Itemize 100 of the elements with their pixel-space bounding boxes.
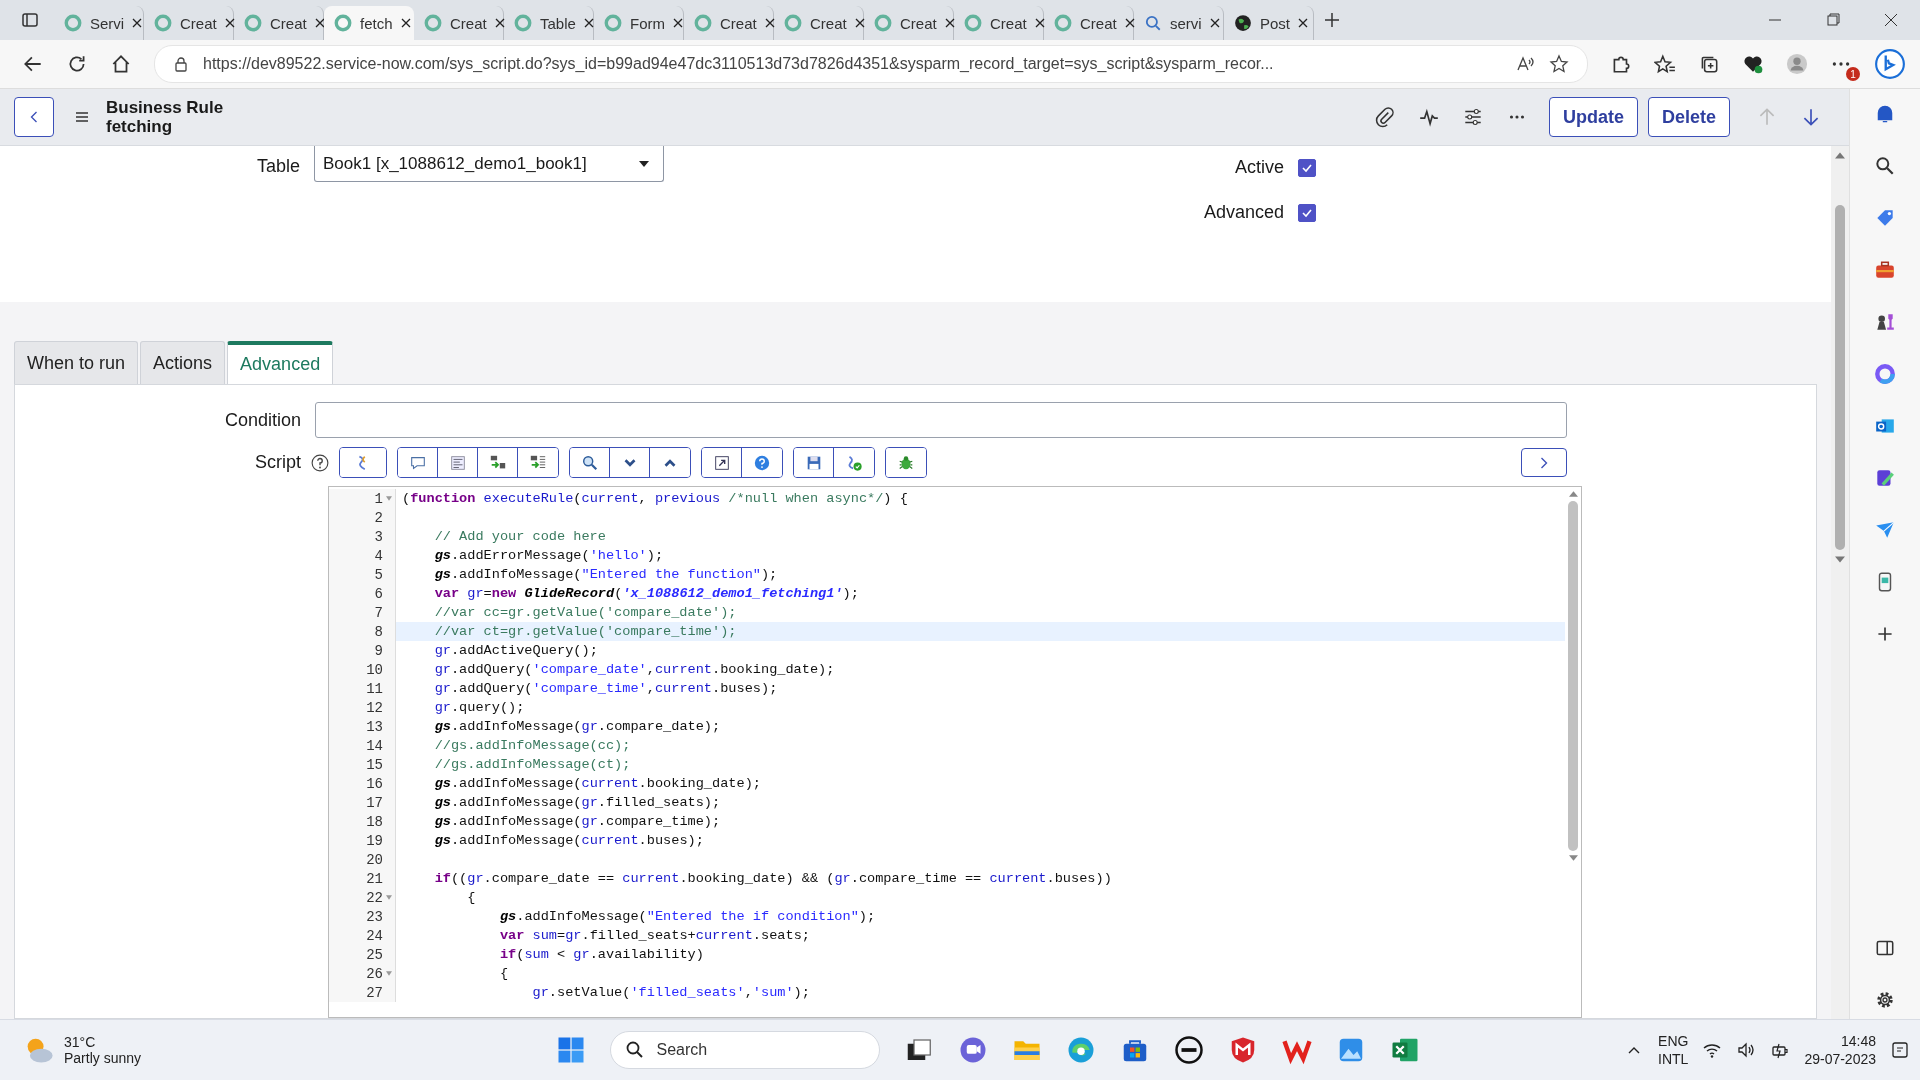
save-button[interactable] [794, 448, 834, 477]
fold-icon[interactable] [386, 971, 392, 976]
update-button[interactable]: Update [1548, 97, 1638, 137]
notification-icon[interactable] [1890, 1040, 1910, 1060]
line-number: 22 [366, 889, 383, 906]
weather-text: Partly sunny [64, 1050, 142, 1066]
checkbox[interactable] [1298, 203, 1317, 222]
chess-pieces-icon[interactable] [1874, 311, 1896, 333]
site-icon [874, 14, 892, 32]
close-icon[interactable] [1034, 18, 1045, 28]
line-number: 8 [374, 623, 383, 640]
close-icon[interactable] [764, 18, 775, 28]
code-editor[interactable] [328, 486, 1582, 1018]
chevron-left-icon [29, 110, 39, 124]
close-icon[interactable] [224, 18, 235, 28]
section-tab[interactable]: Advanced [227, 341, 334, 384]
line-number: 11 [366, 680, 383, 697]
browser-tab[interactable]: fetch [324, 6, 414, 40]
help-icon [753, 453, 771, 472]
line-number: 23 [366, 908, 383, 925]
condition-field[interactable] [315, 402, 1567, 438]
close-icon[interactable] [854, 18, 865, 28]
search-icon[interactable] [1874, 155, 1896, 177]
line-number: 21 [366, 870, 383, 887]
code-line: gs.addInfoMessage(current.buses); [433, 833, 704, 848]
code-line: gs.addInfoMessage(gr.compare_date); [433, 719, 721, 734]
briefcase-icon[interactable] [1874, 259, 1896, 281]
close-icon[interactable] [494, 18, 505, 28]
code-line: //var ct=gr.getValue('compare_time'); [433, 624, 737, 639]
back-button[interactable] [14, 97, 54, 137]
code-line: gs.addInfoMessage(gr.filled_seats); [433, 795, 721, 810]
close-icon[interactable] [1298, 18, 1308, 28]
line-number: 20 [366, 851, 383, 868]
close-icon[interactable] [583, 18, 594, 28]
star-icon[interactable] [1549, 54, 1569, 74]
close-icon[interactable] [1124, 18, 1135, 28]
line-number: 3 [374, 528, 383, 545]
help-icon[interactable] [311, 453, 329, 472]
site-icon [784, 14, 802, 32]
line-number: 2 [374, 509, 383, 526]
pen-icon[interactable] [1874, 467, 1896, 489]
scrollbar-thumb[interactable] [1835, 205, 1845, 550]
page-scrollbar[interactable] [1831, 146, 1849, 1019]
bug-button[interactable] [886, 448, 926, 477]
search-button[interactable] [570, 448, 610, 477]
section-tab[interactable]: When to run [14, 341, 139, 384]
fold-icon[interactable] [386, 895, 392, 900]
chat-logo-icon[interactable] [1874, 48, 1906, 80]
checkbox[interactable] [1298, 158, 1317, 177]
ring-logo-icon[interactable] [1874, 363, 1896, 385]
paperclip-icon[interactable] [1373, 106, 1396, 128]
code-line: gr.setValue('filled_seats','sum'); [531, 985, 810, 1000]
code-line: gs.addInfoMessage(gr.compare_time); [433, 814, 721, 829]
code-line: gs.addInfoMessage("Entered the function"); [433, 567, 778, 582]
delete-button[interactable]: Delete [1647, 97, 1730, 137]
clock-date[interactable]: 29-07-2023 [1804, 1050, 1876, 1068]
profile-icon[interactable] [1786, 53, 1808, 75]
arrow-down-icon [1568, 855, 1578, 861]
arrow-up-icon [1568, 491, 1578, 497]
expand-button[interactable] [1521, 448, 1567, 477]
code-line: gr.query(); [433, 700, 525, 715]
circle-logo-icon[interactable] [1173, 1035, 1204, 1065]
close-icon[interactable] [1209, 18, 1220, 28]
scrollbar-thumb[interactable] [1568, 501, 1578, 851]
settings-icon[interactable] [1874, 989, 1896, 1011]
new-tab-icon[interactable] [1322, 10, 1342, 30]
search-icon [1144, 14, 1162, 32]
section-tab[interactable]: Actions [140, 341, 226, 384]
line-number: 25 [366, 946, 383, 963]
line-number: 1 [374, 490, 383, 507]
table-select[interactable]: Book1 [x_1088612_demo1_book1] [314, 146, 664, 182]
code-line: if((gr.compare_date == current.booking_date) && (gr.compare_time == current.buses)) [433, 871, 1112, 886]
favorites-icon[interactable] [1654, 53, 1676, 75]
globe-icon [1234, 14, 1252, 32]
close-icon[interactable] [132, 18, 143, 28]
notification-badge: 1 [1846, 67, 1860, 81]
language-text[interactable]: INTL [1658, 1050, 1689, 1068]
search-field[interactable]: Search [609, 1031, 880, 1069]
comment-button[interactable] [398, 448, 438, 477]
code-line: gs.addInfoMessage("Entered the if condition"); [498, 909, 876, 924]
home-icon[interactable] [110, 53, 132, 75]
address-field[interactable]: https://dev89522.service-now.com/sys_script.do?sys_id=b99ad94e47dc3110513d73d7826d4351&sysparm_record_target=sys_script&sysparm_recor... [154, 45, 1588, 83]
line-number: 14 [366, 737, 383, 754]
code-line: gr.addQuery('compare_time',current.buses); [433, 681, 778, 696]
language-text[interactable]: ENG [1658, 1032, 1689, 1050]
close-icon[interactable] [400, 18, 411, 28]
close-icon[interactable] [673, 18, 683, 28]
site-icon [244, 14, 262, 32]
expand-button[interactable] [702, 448, 742, 477]
close-icon[interactable] [314, 18, 325, 28]
line-number: 4 [374, 547, 383, 564]
fold-icon[interactable] [386, 496, 392, 501]
tab-actions-icon[interactable] [20, 10, 40, 30]
menu-icon[interactable] [74, 109, 90, 125]
speaker-icon[interactable] [1736, 1040, 1757, 1060]
arrow-down-icon [1835, 556, 1845, 563]
checkbox-label: Active [1235, 157, 1285, 178]
clock-time[interactable]: 14:48 [1840, 1032, 1876, 1050]
line-number: 18 [366, 813, 383, 830]
close-icon[interactable] [944, 18, 955, 28]
